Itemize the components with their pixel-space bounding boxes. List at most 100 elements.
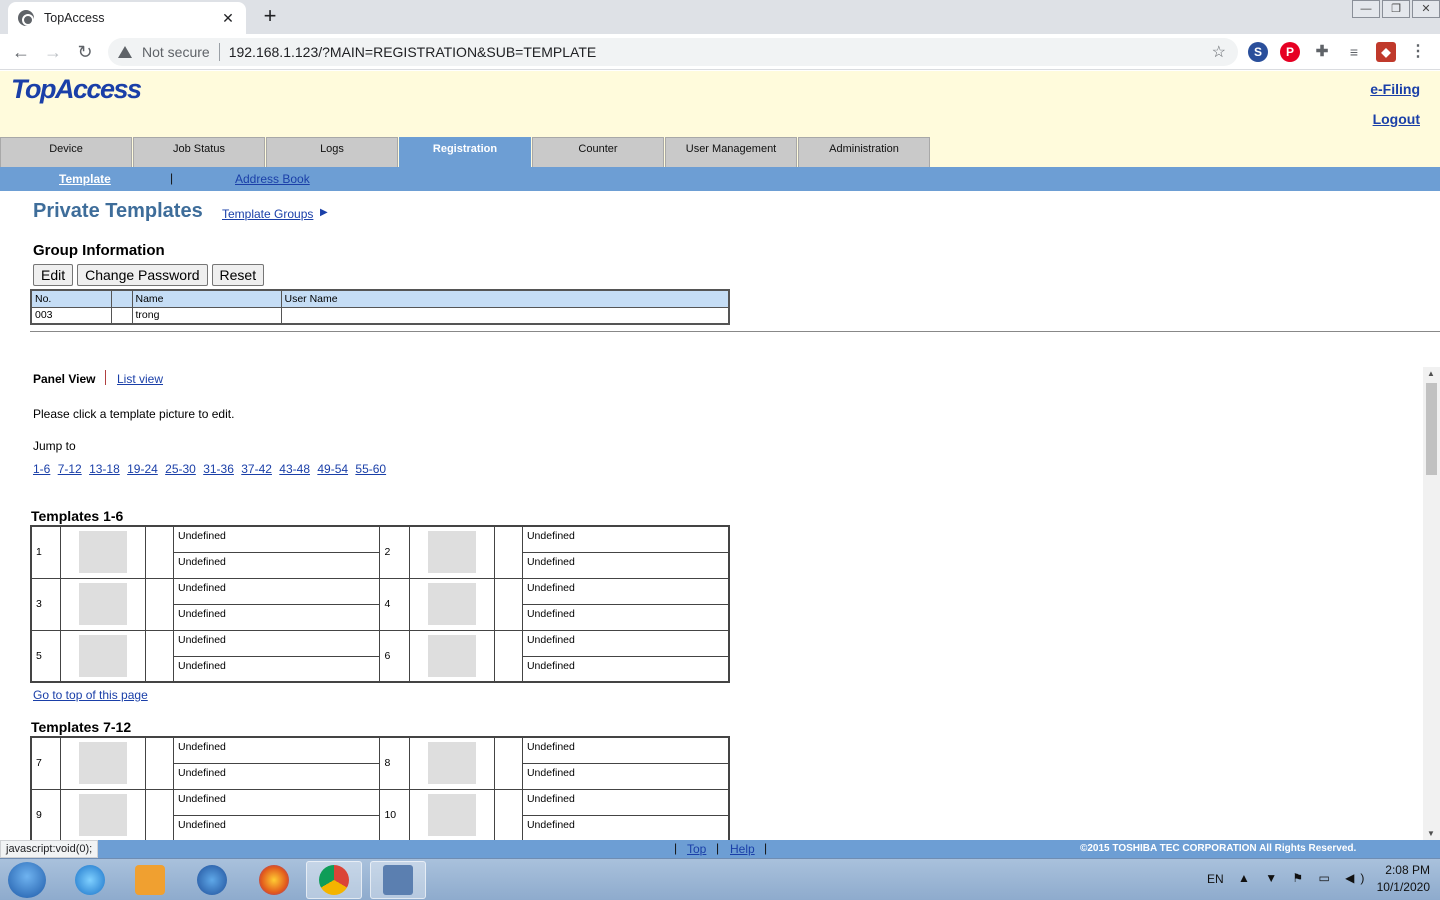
tab-user-management[interactable]: User Management [665,137,797,167]
go-to-top-link[interactable]: Go to top of this page [33,688,148,702]
template-picture[interactable] [59,736,146,790]
jump-link[interactable]: 7-12 [58,462,82,476]
clock[interactable]: 2:08 PM 10/1/2020 [1377,863,1430,894]
reload-icon[interactable]: ↻ [74,41,96,63]
template-label: Undefined [521,655,730,683]
start-button-icon[interactable] [8,862,46,898]
new-tab-button[interactable]: + [258,5,282,27]
template-picture[interactable] [59,577,146,631]
template-thumbnail[interactable] [427,531,476,574]
jump-link[interactable]: 13-18 [89,462,120,476]
template-thumbnail[interactable] [427,634,476,677]
extensions-puzzle-icon[interactable]: ✚ [1312,42,1332,62]
jump-link[interactable]: 55-60 [355,462,386,476]
jump-link[interactable]: 25-30 [165,462,196,476]
template-thumbnail[interactable] [427,793,476,836]
restore-icon[interactable]: ❐ [1382,0,1410,18]
subnav-address-book[interactable]: Address Book [235,172,310,186]
taskbar-media-player[interactable] [122,861,178,899]
close-window-icon[interactable]: ✕ [1412,0,1440,18]
template-picture[interactable] [59,525,146,579]
extension-shield-icon[interactable]: ◆ [1376,42,1396,62]
jump-link[interactable]: 19-24 [127,462,158,476]
tab-registration[interactable]: Registration [399,137,531,167]
extension-s-icon[interactable]: S [1248,42,1268,62]
edit-button[interactable]: Edit [33,264,74,286]
scroll-down-icon[interactable]: ▼ [1427,829,1435,838]
taskbar-remote-desktop[interactable] [184,861,240,899]
subnav-template[interactable]: Template [59,172,111,186]
system-tray-icons[interactable]: ▲ ▼ ⚑ ▭ ◀) [1238,871,1370,885]
section-title: Templates 1-6 [31,508,124,524]
efiling-link[interactable]: e-Filing [1370,81,1420,97]
tab-administration[interactable]: Administration [798,137,930,167]
template-number: 3 [30,577,61,631]
list-view-link[interactable]: List view [117,372,163,386]
reading-list-icon[interactable]: ≡ [1344,42,1364,62]
vertical-scrollbar[interactable]: ▲ ▼ [1423,367,1440,840]
topaccess-logo: TopAccess [11,74,142,104]
page-footer: javascript:void(0); | Top | Help | ©2015… [0,840,1440,858]
template-label: Undefined [172,603,381,631]
jump-link[interactable]: 43-48 [279,462,310,476]
templates-table: 1 Undefined 2 Undefined Undefined Undefi… [30,525,730,683]
col-name: Name [131,289,282,308]
change-password-button[interactable]: Change Password [77,264,208,286]
reset-button[interactable]: Reset [211,264,265,286]
jump-link[interactable]: 1-6 [33,462,50,476]
template-thumbnail[interactable] [427,583,476,625]
template-label: Undefined [521,629,730,657]
template-picture[interactable] [408,525,495,579]
template-label: Undefined [521,762,730,790]
topaccess-header: TopAccess e-Filing Logout Device Job Sta… [0,71,1440,167]
minimize-icon[interactable]: — [1352,0,1380,18]
template-thumbnail[interactable] [78,793,127,836]
scroll-up-icon[interactable]: ▲ [1427,369,1435,378]
globe-icon [18,10,34,26]
taskbar-chrome[interactable] [306,861,362,899]
jump-link[interactable]: 37-42 [241,462,272,476]
template-picture[interactable] [408,577,495,631]
address-bar[interactable]: Not secure 192.168.1.123/?MAIN=REGISTRAT… [108,38,1238,66]
logout-link[interactable]: Logout [1373,111,1420,127]
url-text: 192.168.1.123/?MAIN=REGISTRATION&SUB=TEM… [228,44,597,60]
template-picture[interactable] [408,629,495,683]
template-thumbnail[interactable] [78,583,127,625]
omnibox-divider [218,43,220,61]
template-picture[interactable] [408,736,495,790]
browser-tab[interactable]: TopAccess ✕ [8,2,246,34]
jump-link[interactable]: 31-36 [203,462,234,476]
jump-link[interactable]: 49-54 [317,462,348,476]
template-label: Undefined [172,736,381,764]
taskbar-control-panel[interactable] [370,861,426,899]
template-picture[interactable] [408,788,495,840]
table-row: 5 Undefined 6 Undefined [30,629,730,683]
scrollbar-thumb[interactable] [1426,383,1437,475]
template-picture[interactable] [59,629,146,683]
template-thumbnail[interactable] [78,531,127,574]
taskbar-internet-explorer[interactable] [62,861,118,899]
template-picture[interactable] [59,788,146,840]
template-groups-link[interactable]: Template Groups [222,207,313,221]
page-title: Private Templates [33,200,203,222]
footer-help-link[interactable]: Help [730,842,755,856]
tab-device[interactable]: Device [0,137,132,167]
pinterest-icon[interactable]: P [1280,42,1300,62]
tab-counter[interactable]: Counter [532,137,664,167]
window-controls: — ❐ ✕ [1350,0,1440,18]
tab-job-status[interactable]: Job Status [133,137,265,167]
taskbar-firefox[interactable] [246,861,302,899]
template-thumbnail[interactable] [427,742,476,785]
tab-logs[interactable]: Logs [266,137,398,167]
menu-kebab-icon[interactable]: ⋮ [1408,42,1428,62]
footer-top-link[interactable]: Top [687,842,706,856]
template-label: Undefined [521,814,730,840]
template-thumbnail[interactable] [78,634,127,677]
template-thumbnail[interactable] [78,742,127,785]
language-indicator[interactable]: EN [1207,872,1224,886]
bookmark-star-icon[interactable]: ☆ [1212,42,1226,62]
close-tab-icon[interactable]: ✕ [220,10,236,27]
back-icon[interactable]: ← [10,41,32,63]
template-label: Undefined [172,577,381,605]
forward-icon[interactable]: → [42,41,64,63]
